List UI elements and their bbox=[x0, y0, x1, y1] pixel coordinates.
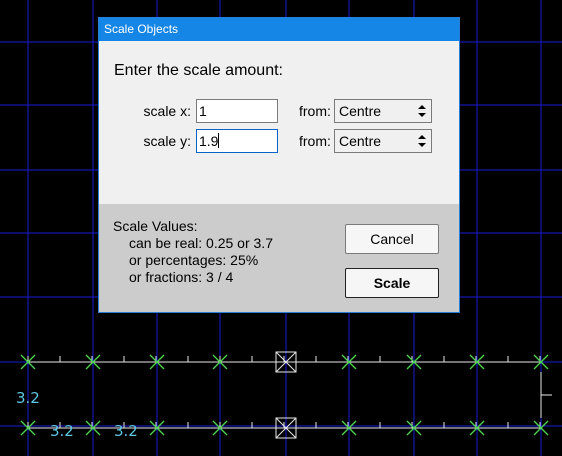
dimension-label: 3.2 bbox=[16, 389, 40, 407]
scale-y-from-value: Centre bbox=[339, 133, 382, 149]
dialog-title: Scale Objects bbox=[99, 18, 459, 41]
scale-x-label: scale x: bbox=[143, 103, 191, 119]
scale-x-from-value: Centre bbox=[339, 103, 382, 119]
help-line: can be real: 0.25 or 3.7 bbox=[129, 235, 273, 251]
help-line: or fractions: 3 / 4 bbox=[129, 269, 234, 285]
help-text: Scale Values: can be real: 0.25 or 3.7 o… bbox=[113, 218, 273, 286]
scale-y-value: 1.9 bbox=[199, 133, 219, 149]
scale-y-input[interactable]: 1.9 bbox=[196, 129, 278, 153]
scale-x-from-label: from: bbox=[299, 103, 331, 119]
scale-y-from-label: from: bbox=[299, 133, 331, 149]
help-heading: Scale Values: bbox=[113, 218, 198, 234]
scale-objects-dialog: Scale Objects Enter the scale amount: sc… bbox=[98, 17, 460, 313]
scale-x-value: 1 bbox=[199, 103, 207, 119]
scale-x-input[interactable]: 1 bbox=[196, 99, 278, 123]
updown-arrows-icon bbox=[418, 105, 426, 117]
prompt-text: Enter the scale amount: bbox=[114, 62, 283, 79]
updown-arrows-icon bbox=[418, 135, 426, 147]
dimension-label: 3.2 bbox=[50, 422, 74, 440]
dialog-footer: Scale Values: can be real: 0.25 or 3.7 o… bbox=[99, 204, 459, 312]
scale-x-from-select[interactable]: Centre bbox=[334, 99, 432, 123]
text-caret bbox=[218, 133, 220, 148]
help-line: or percentages: 25% bbox=[129, 252, 259, 268]
dimension-label: 3.2 bbox=[114, 422, 138, 440]
cancel-button[interactable]: Cancel bbox=[345, 224, 439, 254]
scale-button[interactable]: Scale bbox=[345, 268, 439, 298]
scale-y-from-select[interactable]: Centre bbox=[334, 129, 432, 153]
scale-y-label: scale y: bbox=[143, 133, 191, 149]
